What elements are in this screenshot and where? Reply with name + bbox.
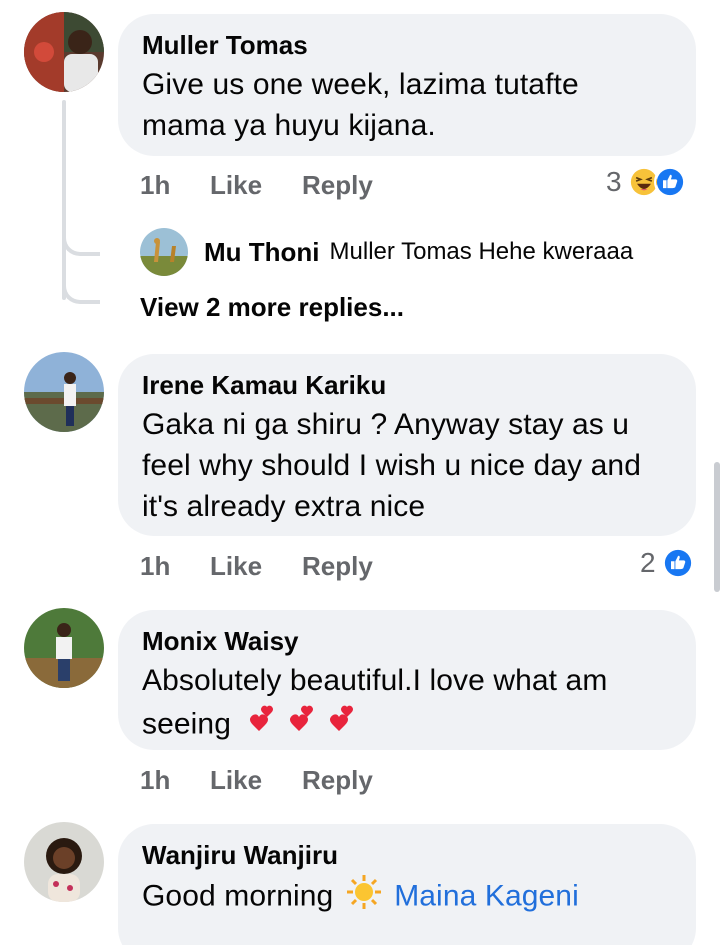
avatar-mu-thoni[interactable]: [140, 228, 188, 276]
sun-icon: [346, 874, 382, 921]
comment-actions-1: 1h Like Reply: [140, 165, 373, 205]
comment-bubble-2: Irene Kamau Kariku Gaka ni ga shiru ? An…: [118, 354, 696, 536]
like-icon: [661, 547, 694, 579]
comment-text: Good morning Maina Kageni: [142, 874, 672, 921]
reply-button[interactable]: Reply: [302, 765, 373, 796]
reaction-count: 3: [606, 166, 622, 197]
avatar-monix-waisy[interactable]: [24, 608, 104, 688]
thread-line-vertical: [62, 100, 66, 300]
comment-text: Absolutely beautiful.I love what am seei…: [142, 660, 672, 750]
comment-bubble-1: Muller Tomas Give us one week, lazima tu…: [118, 14, 696, 156]
like-button[interactable]: Like: [210, 170, 302, 201]
comment-actions-2: 1h Like Reply: [140, 546, 373, 586]
reply-button[interactable]: Reply: [302, 551, 373, 582]
view-more-replies-link[interactable]: View 2 more replies...: [140, 292, 404, 323]
scrollbar[interactable]: [714, 462, 720, 592]
comment-bubble-4: Wanjiru Wanjiru Good morning Maina Kagen…: [118, 824, 696, 945]
comment-author[interactable]: Wanjiru Wanjiru: [142, 840, 672, 870]
comment-bubble-3: Monix Waisy Absolutely beautiful.I love …: [118, 610, 696, 750]
avatar-wanjiru-wanjiru[interactable]: [24, 822, 104, 902]
reply-button[interactable]: Reply: [302, 170, 373, 201]
two-hearts-icon: [245, 701, 365, 750]
comment-author[interactable]: Monix Waisy: [142, 626, 672, 656]
reply-item: Mu Thoni Muller Tomas Hehe kweraaa: [140, 228, 633, 276]
avatar-muller-tomas[interactable]: [24, 12, 104, 92]
reply-text: Muller Tomas Hehe kweraaa: [329, 238, 634, 265]
like-icon: [653, 166, 686, 198]
comment-author[interactable]: Irene Kamau Kariku: [142, 370, 672, 400]
like-button[interactable]: Like: [210, 551, 302, 582]
comment-text: Give us one week, lazima tutafte mama ya…: [142, 68, 579, 142]
thread-line-branch-2: [62, 276, 100, 304]
comment-text: Gaka ni ga shiru ? Anyway stay as u feel…: [142, 408, 641, 523]
mention-link[interactable]: Maina Kageni: [394, 879, 579, 912]
timestamp[interactable]: 1h: [140, 765, 210, 796]
reaction-summary-2[interactable]: 2: [640, 547, 694, 579]
reply-author[interactable]: Mu Thoni: [204, 237, 320, 268]
avatar-irene-kamau-kariku[interactable]: [24, 352, 104, 432]
timestamp[interactable]: 1h: [140, 170, 210, 201]
comment-actions-3: 1h Like Reply: [140, 760, 373, 800]
comment-author[interactable]: Muller Tomas: [142, 30, 672, 60]
reaction-count: 2: [640, 547, 656, 578]
like-button[interactable]: Like: [210, 765, 302, 796]
reaction-summary-1[interactable]: 3: [606, 166, 686, 198]
thread-line-branch-1: [62, 228, 100, 256]
timestamp[interactable]: 1h: [140, 551, 210, 582]
